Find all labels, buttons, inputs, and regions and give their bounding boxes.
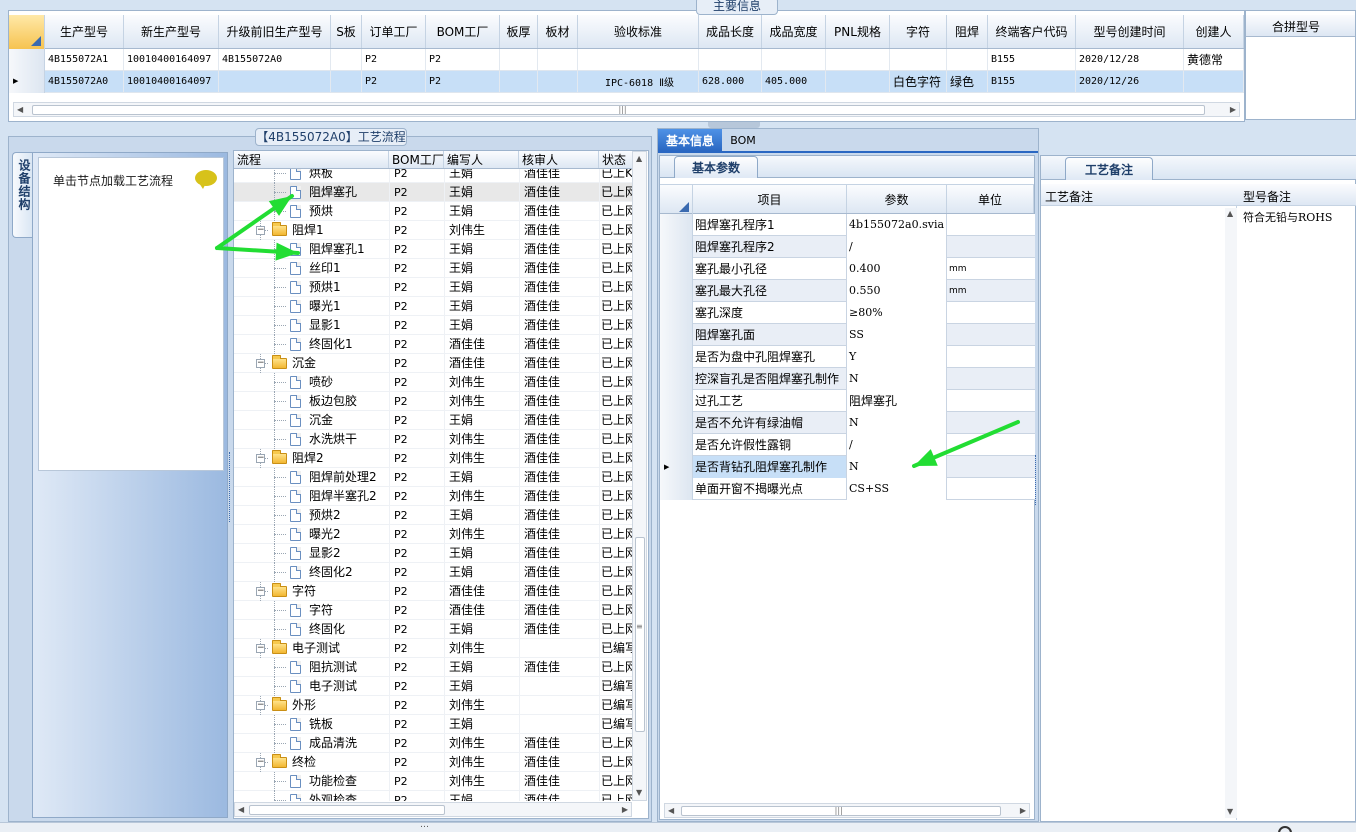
annotation-arrows [215, 194, 1020, 468]
annotation-arrowhead [268, 196, 292, 216]
annotation-arrowhead [275, 242, 298, 261]
annotation-arrowhead [914, 449, 938, 466]
